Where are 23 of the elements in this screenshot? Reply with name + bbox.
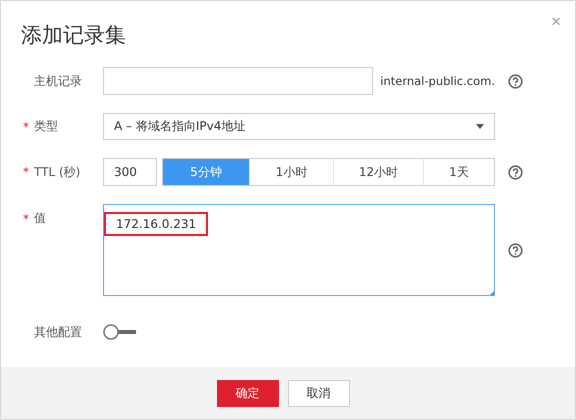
required-mark: * xyxy=(23,165,30,179)
toggle-switch[interactable] xyxy=(103,324,137,340)
field-value: 172.16.0.231 xyxy=(104,212,208,236)
help-icon[interactable] xyxy=(508,242,522,258)
field-label: 主机记录 xyxy=(34,72,82,90)
field-label: 类型 xyxy=(34,118,58,135)
field-label: TTL (秒) xyxy=(34,164,80,180)
type-select[interactable]: A – 将域名指向IPv4地址 xyxy=(103,113,495,140)
field-label: 值 xyxy=(34,210,46,227)
caret-icon xyxy=(476,124,484,129)
required-mark: * xyxy=(23,120,30,134)
help-icon[interactable] xyxy=(508,74,522,88)
ttl-field[interactable]: 300 xyxy=(103,158,157,186)
domain-suffix: internal-public.com. xyxy=(380,74,495,88)
value-field[interactable]: 172.16.0.231 xyxy=(103,204,495,296)
confirm-button[interactable]: 确定 xyxy=(216,380,278,406)
dialog-title: 添加记录集 xyxy=(21,22,126,49)
help-icon[interactable] xyxy=(508,164,522,180)
field-label: 其他配置 xyxy=(34,324,82,340)
resize-handle-icon[interactable] xyxy=(490,291,494,295)
host-record-field[interactable] xyxy=(103,67,374,95)
cancel-button[interactable]: 取消 xyxy=(288,380,350,406)
required-mark: * xyxy=(23,212,30,226)
